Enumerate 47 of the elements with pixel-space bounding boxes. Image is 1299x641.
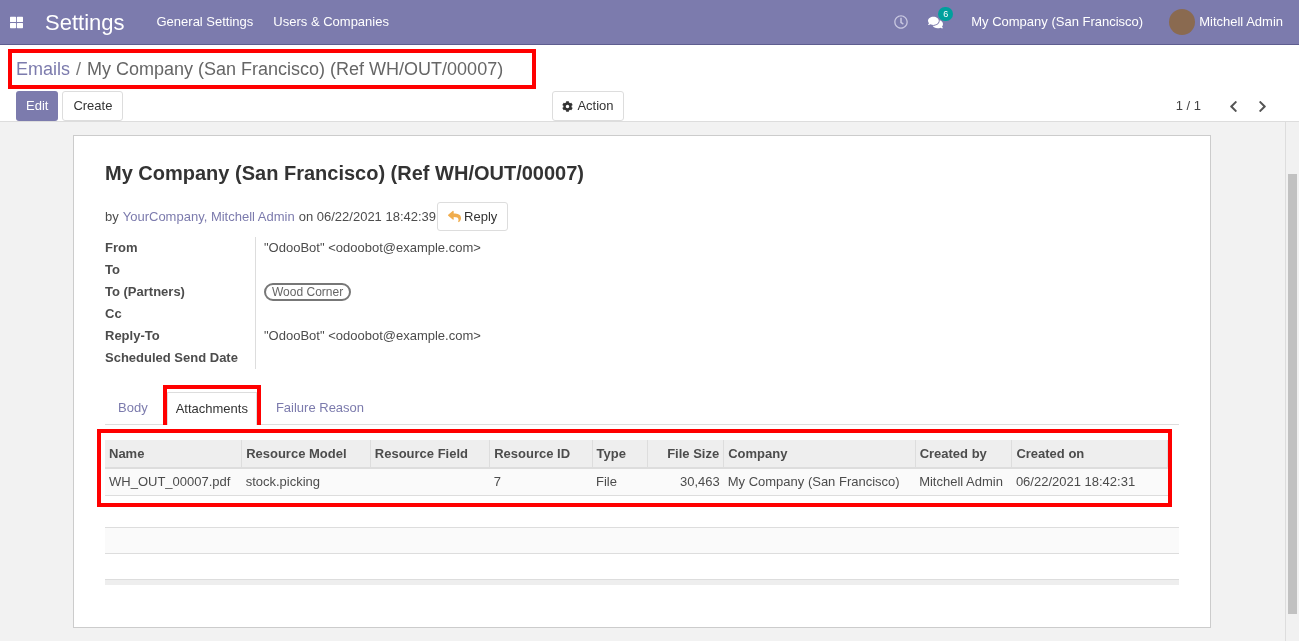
reply-icon — [448, 210, 462, 223]
field-label: Scheduled Send Date — [105, 349, 238, 368]
field-label: To (Partners) — [105, 283, 185, 302]
field-label: Cc — [105, 305, 122, 324]
notification-badge: 6 — [938, 6, 954, 21]
table-cell: File — [592, 468, 648, 495]
breadcrumb-current: My Company (San Francisco) (Ref WH/OUT/00007) — [87, 57, 504, 81]
tab[interactable]: Body — [105, 391, 161, 424]
create-button[interactable]: Create — [62, 91, 124, 121]
table-cell: My Company (San Francisco) — [723, 468, 916, 495]
clock-icon[interactable] — [894, 15, 909, 29]
apps-menu-icon[interactable] — [10, 15, 23, 29]
menu-item[interactable]: Users & Companies — [273, 12, 389, 32]
previous-button[interactable] — [1227, 99, 1240, 113]
table-cell: stock.picking — [241, 468, 371, 495]
field-label: To — [105, 261, 120, 280]
pager-value: 1 / 1 — [1175, 97, 1201, 116]
field-value: "OdooBot" <odoobot@example.com> — [264, 239, 481, 258]
table-cell: 7 — [489, 468, 592, 495]
tab[interactable]: Attachments — [166, 392, 257, 425]
field-value: "OdooBot" <odoobot@example.com> — [264, 327, 481, 346]
tab[interactable]: Failure Reason — [262, 391, 378, 424]
table-cell: 06/22/2021 18:42:31 — [1011, 468, 1168, 495]
table-cell: 30,463 — [647, 468, 724, 495]
by-label: by — [105, 207, 119, 226]
scrollbar-thumb[interactable] — [1288, 174, 1297, 614]
email-title: My Company (San Francisco) (Ref WH/OUT/00007) — [105, 161, 585, 186]
sent-date: on 06/22/2021 18:42:39 — [298, 207, 437, 226]
field-label: Reply-To — [105, 327, 160, 346]
next-button[interactable] — [1256, 99, 1269, 113]
company-switcher[interactable]: My Company (San Francisco) — [971, 12, 1144, 32]
reply-button[interactable]: Reply — [437, 202, 509, 231]
user-menu[interactable]: Mitchell Admin — [1199, 12, 1283, 32]
table-cell: WH_OUT_00007.pdf — [105, 468, 242, 495]
menu-item[interactable]: General Settings — [156, 12, 254, 32]
author-link[interactable]: YourCompany, Mitchell Admin — [122, 206, 295, 227]
breadcrumb-link[interactable]: Emails — [16, 55, 70, 83]
breadcrumb-separator: / — [76, 57, 82, 81]
edit-button[interactable]: Edit — [16, 91, 59, 121]
chat-icon[interactable] — [928, 14, 944, 30]
user-avatar — [1169, 9, 1196, 35]
table-cell: Mitchell Admin — [915, 468, 1012, 495]
field-label: From — [105, 239, 138, 258]
partner-tag[interactable]: Wood Corner — [264, 283, 352, 301]
gear-icon — [562, 100, 574, 112]
action-button[interactable]: Action — [552, 91, 624, 121]
app-title: Settings — [45, 8, 125, 37]
